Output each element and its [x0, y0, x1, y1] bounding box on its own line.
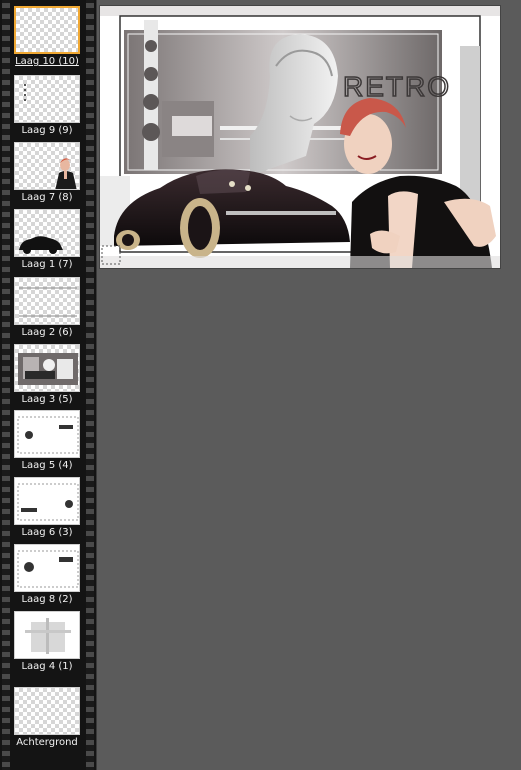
layer-label: Laag 1 (7) [21, 259, 73, 270]
layer-label: Laag 10 (10) [15, 56, 79, 67]
layer-item-laag-10[interactable]: Laag 10 (10) [10, 6, 84, 68]
layer-label: Laag 6 (3) [21, 527, 73, 538]
layer-thumbnail [14, 611, 80, 659]
layer-label: Laag 9 (9) [21, 125, 73, 136]
image-canvas[interactable]: RETRO [100, 6, 500, 268]
layer-item-laag-7[interactable]: Laag 7 (8) [10, 142, 84, 204]
layer-item-laag-8[interactable]: Laag 8 (2) [10, 544, 84, 606]
retro-artwork: RETRO [100, 6, 500, 268]
layer-item-laag-4[interactable]: Laag 4 (1) [10, 611, 84, 673]
layer-thumbnail [14, 209, 80, 257]
layer-label: Laag 5 (4) [21, 460, 73, 471]
layer-thumbnail [14, 6, 80, 54]
layer-item-laag-3[interactable]: Laag 3 (5) [10, 344, 84, 406]
layer-label: Laag 8 (2) [21, 594, 73, 605]
layer-item-laag-5[interactable]: Laag 5 (4) [10, 410, 84, 472]
layer-thumbnail [14, 277, 80, 325]
layer-label: Achtergrond [16, 737, 78, 748]
layer-thumbnail [14, 687, 80, 735]
layer-thumbnail [14, 410, 80, 458]
retro-title: RETRO [343, 71, 451, 102]
layers-panel: Laag 10 (10) Laag 9 (9) Laag 7 (8) Laag … [0, 0, 97, 770]
layer-label: Laag 4 (1) [21, 661, 73, 672]
layer-thumbnail [14, 344, 80, 392]
layer-item-laag-1[interactable]: Laag 1 (7) [10, 209, 84, 271]
layer-label: Laag 7 (8) [21, 192, 73, 203]
layer-label: Laag 2 (6) [21, 327, 73, 338]
layer-item-laag-2[interactable]: Laag 2 (6) [10, 277, 84, 339]
layer-item-laag-9[interactable]: Laag 9 (9) [10, 75, 84, 137]
film-sprocket-right [86, 0, 94, 770]
layer-label: Laag 3 (5) [21, 394, 73, 405]
layer-thumbnail [14, 544, 80, 592]
layer-item-laag-6[interactable]: Laag 6 (3) [10, 477, 84, 539]
layer-thumbnail [14, 142, 80, 190]
layer-thumbnail [14, 477, 80, 525]
film-sprocket-left [2, 0, 10, 770]
layer-item-achtergrond[interactable]: Achtergrond [10, 687, 84, 749]
layer-thumbnail [14, 75, 80, 123]
